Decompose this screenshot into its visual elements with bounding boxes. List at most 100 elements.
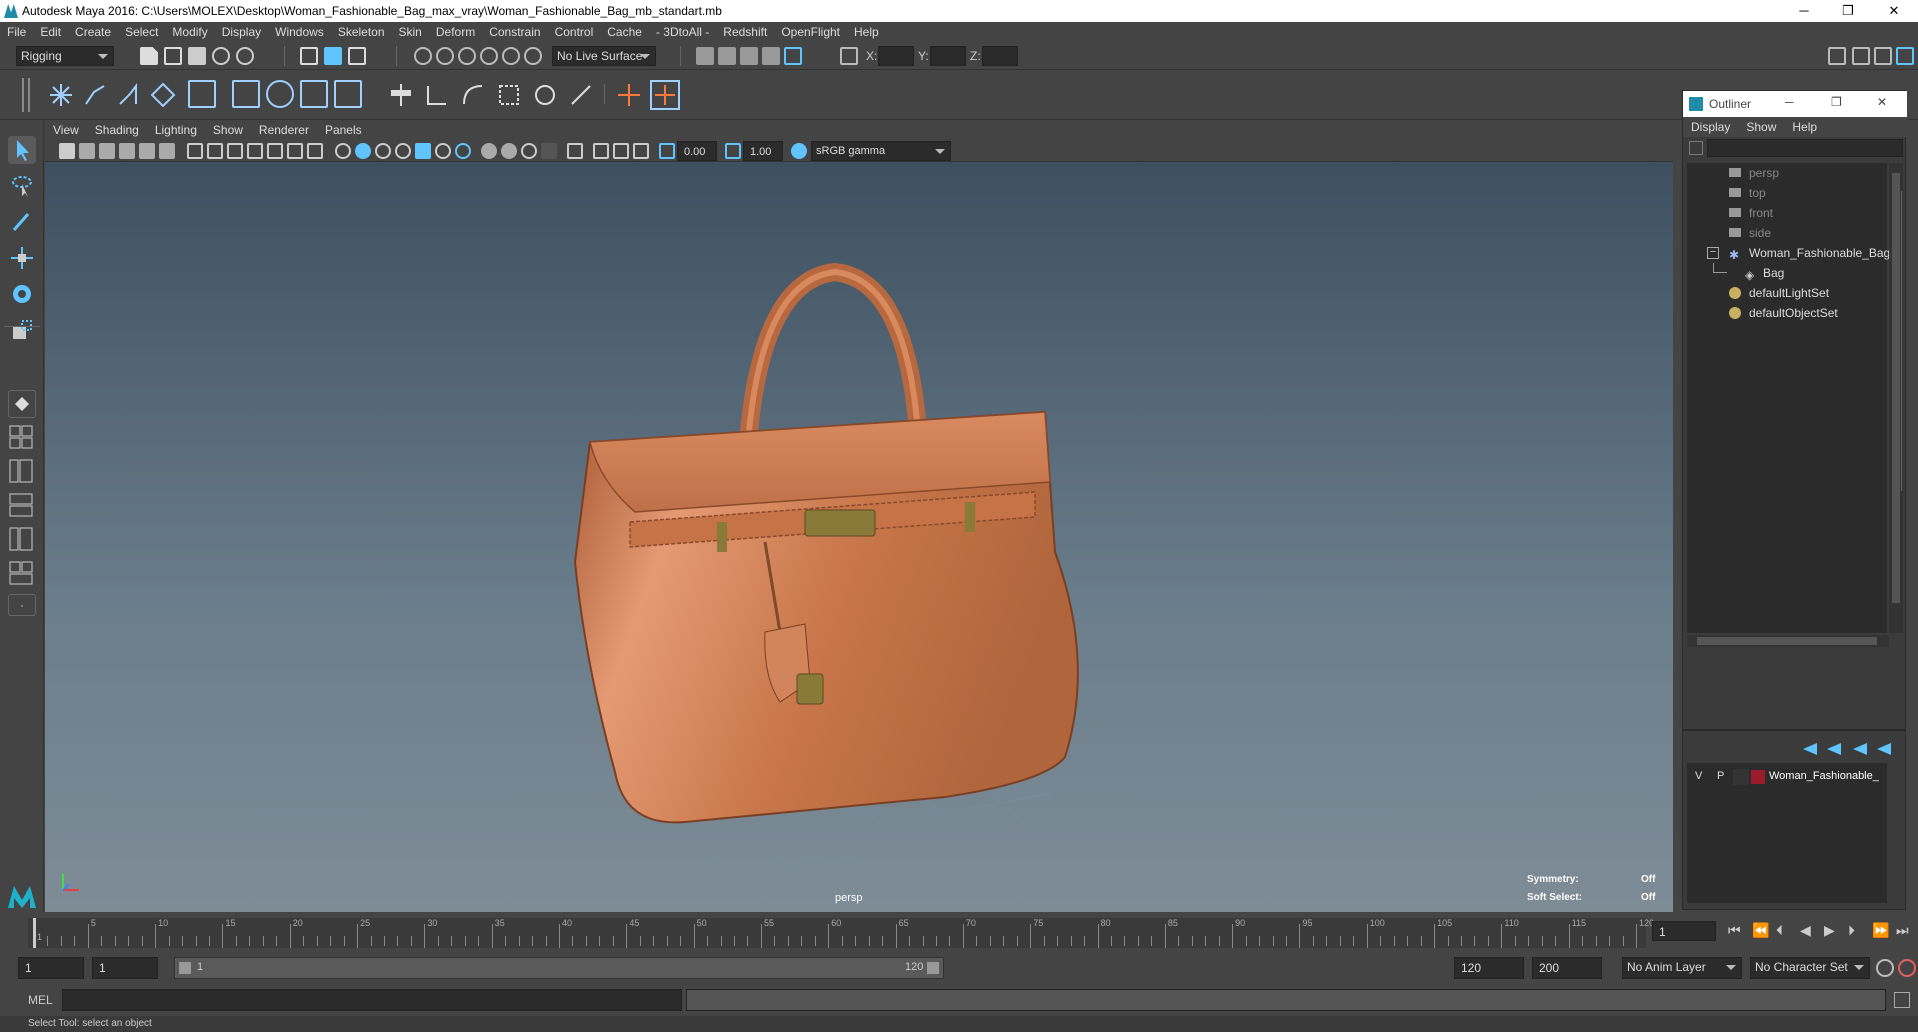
menu-help[interactable]: Help: [847, 22, 886, 42]
outliner-menu-display[interactable]: Display: [1683, 117, 1738, 137]
safe-title-icon[interactable]: [307, 143, 323, 159]
camera-attributes-icon[interactable]: [79, 143, 95, 159]
attribute-editor-tab[interactable]: [1901, 191, 1905, 491]
menu-redshift[interactable]: Redshift: [716, 22, 774, 42]
rotate-tool-icon[interactable]: [8, 280, 36, 308]
menu-cache[interactable]: Cache: [600, 22, 649, 42]
outliner-menu-help[interactable]: Help: [1784, 117, 1825, 137]
command-input[interactable]: [62, 989, 682, 1011]
outliner-item-top[interactable]: top: [1687, 183, 1893, 203]
menu-display[interactable]: Display: [215, 22, 268, 42]
set-driven-key-icon[interactable]: [650, 80, 680, 110]
2d-pan-zoom-icon[interactable]: [139, 143, 155, 159]
outliner-item-persp[interactable]: persp: [1687, 163, 1893, 183]
gate-mask-icon[interactable]: [247, 143, 263, 159]
field-chart-icon[interactable]: [267, 143, 283, 159]
orient-constraint-icon[interactable]: [460, 82, 486, 108]
persp-node-layout-icon[interactable]: [8, 560, 36, 586]
minimize-button[interactable]: ─: [1782, 0, 1826, 22]
grease-pencil-icon[interactable]: [159, 143, 175, 159]
snap-point-icon[interactable]: [458, 47, 476, 65]
outliner-item-side[interactable]: side: [1687, 223, 1893, 243]
outliner-menu-show[interactable]: Show: [1738, 117, 1784, 137]
outliner-minimize-button[interactable]: ─: [1785, 95, 1794, 109]
menu-modify[interactable]: Modify: [165, 22, 214, 42]
step-forward-frame-button[interactable]: ⏵: [1848, 922, 1855, 939]
locator-icon[interactable]: [616, 82, 642, 108]
textured-icon[interactable]: [395, 143, 411, 159]
modeling-toolkit-icon[interactable]: [1828, 47, 1846, 65]
snap-projected-icon[interactable]: [480, 47, 498, 65]
sculpt-icon[interactable]: [334, 80, 362, 108]
layer-color-swatch[interactable]: [1751, 770, 1765, 784]
backface-icon[interactable]: [541, 143, 557, 159]
single-perspective-layout-icon[interactable]: [8, 390, 36, 418]
aim-constraint-icon[interactable]: [532, 82, 558, 108]
image-plane-icon[interactable]: [119, 143, 135, 159]
menu-openflight[interactable]: OpenFlight: [774, 22, 847, 42]
move-layer-up-icon[interactable]: [1803, 743, 1817, 755]
z-input[interactable]: [982, 46, 1018, 66]
four-view-layout-icon[interactable]: [8, 424, 36, 450]
script-editor-icon[interactable]: [1894, 992, 1910, 1008]
outliner-item-bag[interactable]: ◈ Bag: [1687, 263, 1893, 283]
render-view-icon[interactable]: [762, 47, 780, 65]
panel-menu-lighting[interactable]: Lighting: [147, 120, 205, 140]
lasso-tool-icon[interactable]: [8, 172, 36, 200]
playback-end-field[interactable]: 120: [1454, 957, 1524, 979]
move-tool-icon[interactable]: [8, 244, 36, 272]
panel-menu-renderer[interactable]: Renderer: [251, 120, 317, 140]
go-to-start-button[interactable]: ⏮: [1728, 922, 1741, 939]
outliner-item-front[interactable]: front: [1687, 203, 1893, 223]
ik-handle-icon[interactable]: [82, 82, 108, 108]
gamma-icon[interactable]: [725, 143, 741, 159]
outliner-item-defaultlightset[interactable]: defaultLightSet: [1687, 283, 1893, 303]
input-mode-icon[interactable]: [840, 47, 858, 65]
smooth-shade-icon[interactable]: [355, 143, 371, 159]
xray-joints-icon[interactable]: [501, 143, 517, 159]
layer-playback-toggle[interactable]: P: [1717, 770, 1724, 782]
new-scene-icon[interactable]: [140, 47, 158, 65]
layer-type-toggle[interactable]: [1733, 769, 1749, 785]
end-time-field[interactable]: 200: [1532, 957, 1602, 979]
persp-outliner-layout-icon[interactable]: [8, 458, 36, 484]
screen-space-ao-icon[interactable]: [593, 143, 609, 159]
shadows-icon[interactable]: [435, 143, 451, 159]
safe-action-icon[interactable]: [287, 143, 303, 159]
lattice-icon[interactable]: [266, 80, 294, 108]
persp-viewport[interactable]: persp Symmetry: Off Soft Select: Off: [45, 162, 1673, 912]
select-tool-icon[interactable]: [8, 136, 36, 164]
exposure-field[interactable]: 0.00: [677, 141, 717, 161]
time-ruler[interactable]: 1 5 10 15 20 25 30 35 40 45 50 55 60 65 70 75 80 85 90 95 10…: [28, 918, 1654, 948]
open-scene-icon[interactable]: [164, 47, 182, 65]
new-layer-selected-icon[interactable]: [1877, 743, 1891, 755]
menu-edit[interactable]: Edit: [33, 22, 68, 42]
playback-start-field[interactable]: 1: [92, 957, 158, 979]
maximize-button[interactable]: ❐: [1826, 0, 1870, 22]
move-layer-down-icon[interactable]: [1827, 743, 1841, 755]
make-live-icon[interactable]: [524, 47, 542, 65]
custom-layout-icon[interactable]: ·: [8, 594, 36, 616]
range-end-handle[interactable]: [927, 962, 939, 974]
outliner-horizontal-scrollbar[interactable]: [1687, 635, 1889, 647]
xray-icon[interactable]: [481, 143, 497, 159]
use-all-lights-icon[interactable]: [415, 143, 431, 159]
menu-create[interactable]: Create: [68, 22, 118, 42]
menu-3dtoall[interactable]: - 3DtoAll -: [649, 22, 716, 42]
animation-preferences-icon[interactable]: [1898, 959, 1916, 977]
outliner-maximize-button[interactable]: ❐: [1831, 95, 1842, 109]
live-surface-field[interactable]: No Live Surface: [552, 46, 656, 66]
film-gate-icon[interactable]: [207, 143, 223, 159]
anti-aliasing-icon[interactable]: [633, 143, 649, 159]
resolution-gate-icon[interactable]: [227, 143, 243, 159]
close-button[interactable]: ✕: [1872, 0, 1916, 22]
menu-skeleton[interactable]: Skeleton: [331, 22, 392, 42]
bookmarks-icon[interactable]: [99, 143, 115, 159]
cluster-icon[interactable]: [232, 80, 260, 108]
redo-icon[interactable]: [236, 47, 254, 65]
menu-constrain[interactable]: Constrain: [482, 22, 547, 42]
collapse-icon[interactable]: −: [1707, 247, 1719, 259]
exposure-icon[interactable]: [659, 143, 675, 159]
scale-constraint-icon[interactable]: [496, 82, 522, 108]
outliner-hscroll-thumb[interactable]: [1697, 637, 1877, 645]
